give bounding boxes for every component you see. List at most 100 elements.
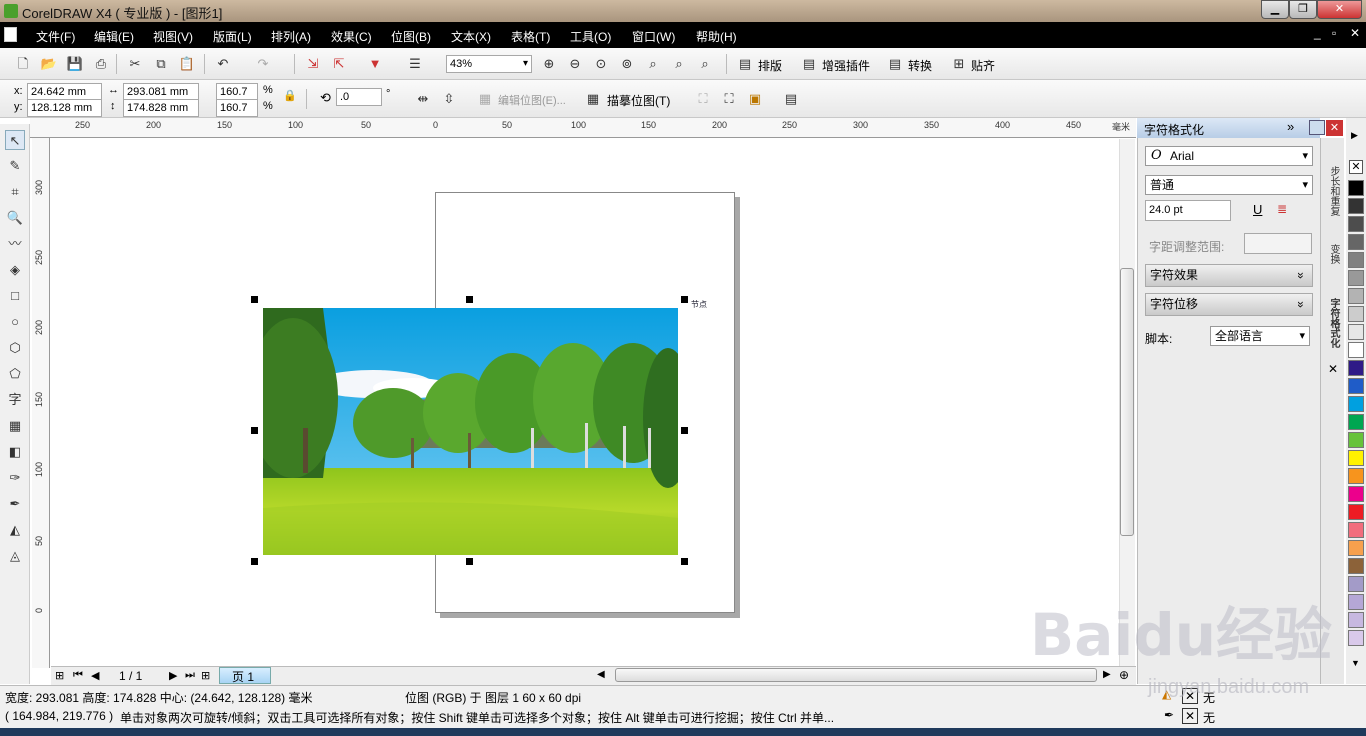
previous-page-icon[interactable]: ◀ xyxy=(91,669,99,682)
docker-close-icon[interactable]: ✕ xyxy=(1326,120,1343,136)
color-swatch[interactable] xyxy=(1348,180,1364,196)
rotation-angle-field[interactable]: .0 xyxy=(336,88,382,106)
selection-handle[interactable] xyxy=(251,427,258,434)
doc-minimize-button[interactable]: _ xyxy=(1314,26,1321,40)
selection-handle[interactable] xyxy=(681,296,688,303)
scale-y-field[interactable]: 160.7 xyxy=(216,99,258,117)
interactive-blend-tool-icon[interactable]: ◧ xyxy=(5,442,25,462)
rectangle-tool-icon[interactable]: □ xyxy=(5,286,25,306)
kerning-range-field[interactable] xyxy=(1244,233,1312,254)
color-swatch[interactable] xyxy=(1348,486,1364,502)
menu-effects[interactable]: 效果(C) xyxy=(331,28,372,45)
selection-handle[interactable] xyxy=(466,558,473,565)
zoom-width-icon[interactable]: ⌕ xyxy=(670,55,688,73)
docker-expand-icon[interactable]: » xyxy=(1287,119,1294,134)
color-swatch[interactable] xyxy=(1348,414,1364,430)
color-swatch[interactable] xyxy=(1348,234,1364,250)
fill-tool-icon[interactable]: ◭ xyxy=(5,520,25,540)
color-swatch[interactable] xyxy=(1348,612,1364,628)
cut-icon[interactable]: ✂ xyxy=(126,55,144,73)
selection-handle[interactable] xyxy=(681,427,688,434)
import-icon[interactable]: ⇲ xyxy=(304,55,322,73)
color-swatch[interactable] xyxy=(1348,450,1364,466)
font-family-select[interactable]: Arial xyxy=(1145,146,1313,166)
layout-button[interactable]: 排版 xyxy=(758,57,782,74)
next-page-icon[interactable]: ▶ xyxy=(169,669,177,682)
outline-none-swatch[interactable]: ✕ xyxy=(1182,708,1198,724)
script-select[interactable]: 全部语言 xyxy=(1210,326,1310,346)
color-swatch[interactable] xyxy=(1348,396,1364,412)
doc-close-button[interactable]: ✕ xyxy=(1350,26,1360,40)
export-icon[interactable]: ⇱ xyxy=(330,55,348,73)
font-size-field[interactable]: 24.0 pt xyxy=(1145,200,1231,221)
zoom-in-icon[interactable]: ⊕ xyxy=(540,55,558,73)
layout-icon[interactable]: ▤ xyxy=(736,55,754,73)
close-button[interactable]: ✕ xyxy=(1317,0,1362,19)
shape-tool-icon[interactable]: ✎ xyxy=(5,156,25,176)
undo-icon[interactable]: ↶ xyxy=(214,55,232,73)
wrap-text-icon[interactable]: ▤ xyxy=(782,90,800,108)
paste-icon[interactable]: 📋 xyxy=(178,55,196,73)
color-swatch[interactable] xyxy=(1348,468,1364,484)
color-swatch[interactable] xyxy=(1348,288,1364,304)
ellipse-tool-icon[interactable]: ○ xyxy=(5,312,25,332)
page-tab-1[interactable]: 页 1 xyxy=(219,667,271,684)
open-icon[interactable]: 📂 xyxy=(40,55,58,73)
zoom-tool-icon[interactable]: 🔍 xyxy=(5,208,25,228)
freehand-tool-icon[interactable]: 〰 xyxy=(5,234,25,254)
menu-table[interactable]: 表格(T) xyxy=(511,28,550,45)
polygon-tool-icon[interactable]: ⬡ xyxy=(5,338,25,358)
edit-bitmap-button[interactable]: 编辑位图(E)... xyxy=(498,92,566,108)
menu-edit[interactable]: 编辑(E) xyxy=(94,28,134,45)
save-icon[interactable]: 💾 xyxy=(66,55,84,73)
color-swatch[interactable] xyxy=(1348,378,1364,394)
menu-view[interactable]: 视图(V) xyxy=(153,28,193,45)
menu-help[interactable]: 帮助(H) xyxy=(696,28,737,45)
new-document-icon[interactable]: 🗋 xyxy=(14,55,32,73)
plugin-icon[interactable]: ▤ xyxy=(800,55,818,73)
lock-ratio-icon[interactable]: 🔒 xyxy=(283,89,297,102)
edit-bitmap-icon[interactable]: ▦ xyxy=(476,90,494,108)
welcome-screen-icon[interactable]: ☰ xyxy=(406,55,424,73)
selection-handle[interactable] xyxy=(251,296,258,303)
vertical-ruler[interactable]: 300 250 200 150 100 50 0 xyxy=(32,138,50,668)
forest-meadow-bitmap[interactable] xyxy=(263,308,678,555)
font-style-select[interactable]: 普通 xyxy=(1145,175,1313,195)
menu-arrange[interactable]: 排列(A) xyxy=(271,28,311,45)
color-swatch[interactable] xyxy=(1348,198,1364,214)
selection-handle[interactable] xyxy=(681,558,688,565)
color-swatch[interactable] xyxy=(1348,216,1364,232)
color-swatch[interactable] xyxy=(1348,594,1364,610)
doc-restore-button[interactable]: ▫ xyxy=(1332,26,1336,40)
color-swatch[interactable] xyxy=(1348,558,1364,574)
color-swatch[interactable] xyxy=(1348,504,1364,520)
underline-icon[interactable]: U xyxy=(1253,202,1262,217)
eyedropper-tool-icon[interactable]: ✑ xyxy=(5,468,25,488)
snap-button[interactable]: 贴齐 xyxy=(971,57,995,74)
no-fill-swatch[interactable]: ✕ xyxy=(1349,160,1363,174)
y-position-field[interactable]: 128.128 mm xyxy=(27,99,102,117)
tab-transform[interactable]: 变换 xyxy=(1323,244,1341,264)
add-page-icon[interactable]: ⊞ xyxy=(55,669,64,682)
character-effects-section[interactable]: 字符效果 xyxy=(1145,264,1313,287)
horizontal-scroll-thumb[interactable] xyxy=(615,668,1097,682)
menu-file[interactable]: 文件(F) xyxy=(36,28,75,45)
color-swatch[interactable] xyxy=(1348,324,1364,340)
minimize-button[interactable]: ▁ xyxy=(1261,0,1289,19)
color-swatch[interactable] xyxy=(1348,270,1364,286)
menu-text[interactable]: 文本(X) xyxy=(451,28,491,45)
last-page-icon[interactable]: ⏭ xyxy=(185,669,195,682)
convert-button[interactable]: 转换 xyxy=(908,57,932,74)
print-icon[interactable]: ⎙ xyxy=(92,55,110,73)
mirror-vertical-icon[interactable]: ⇳ xyxy=(440,90,458,108)
color-swatch[interactable] xyxy=(1348,540,1364,556)
selection-handle[interactable] xyxy=(251,558,258,565)
tab-character-formatting[interactable]: 字符格式化 xyxy=(1323,298,1341,348)
zoom-out-icon[interactable]: ⊖ xyxy=(566,55,584,73)
trace-bitmap-button[interactable]: 描摹位图(T) xyxy=(607,92,670,109)
bitmap-color-mask-icon[interactable]: ▣ xyxy=(746,90,764,108)
tab-step-repeat[interactable]: 步长和重复 xyxy=(1323,166,1341,216)
application-launcher-icon[interactable]: ▼ xyxy=(366,55,384,73)
copy-icon[interactable]: ⧉ xyxy=(152,55,170,73)
palette-scroll-up-icon[interactable]: ▶ xyxy=(1351,130,1358,141)
